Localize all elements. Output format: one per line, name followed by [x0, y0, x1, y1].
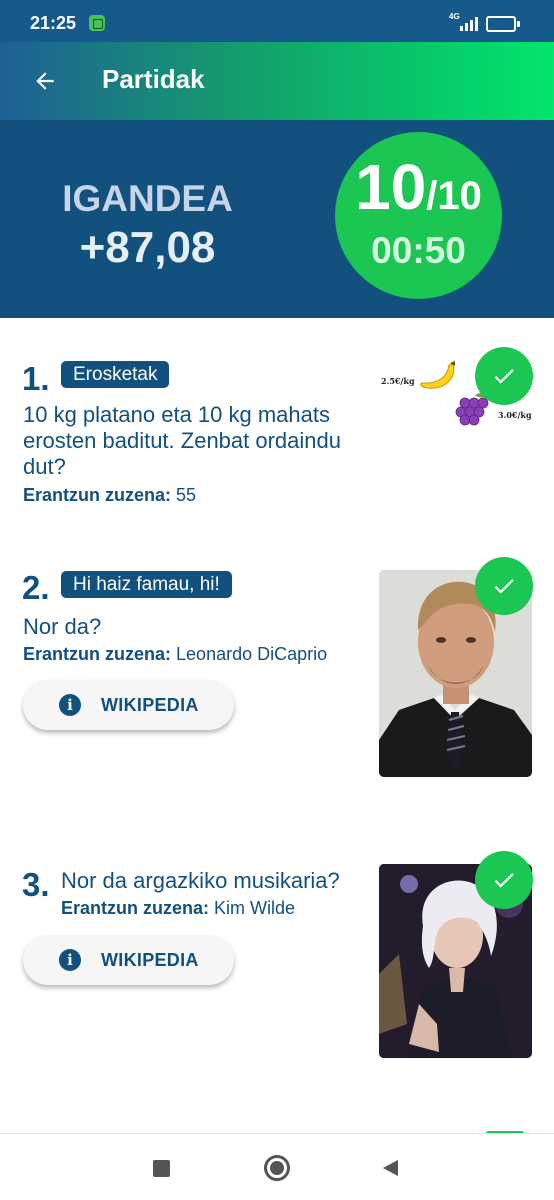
- arrow-left-icon: [36, 72, 54, 90]
- correct-answer: Erantzun zuzena: Kim Wilde: [61, 898, 295, 919]
- question-item: 1. Erosketak 10 kg platano eta 10 kg mah…: [0, 318, 554, 518]
- recents-button[interactable]: [145, 1152, 177, 1184]
- home-button[interactable]: [261, 1152, 293, 1184]
- correct-answer: Erantzun zuzena: Leonardo DiCaprio: [23, 644, 327, 665]
- answer-value: 55: [176, 485, 197, 505]
- wikipedia-button[interactable]: i WIKIPEDIA: [23, 680, 234, 730]
- circle-icon: [264, 1155, 290, 1181]
- wikipedia-button[interactable]: i WIKIPEDIA: [23, 935, 234, 985]
- app-bar: Partidak: [0, 42, 554, 120]
- correct-check-badge: [475, 851, 533, 909]
- grape-price: 3.0€/kg: [498, 410, 532, 420]
- game-summary: IGANDEA +87,08 10/10 00:50: [0, 120, 554, 318]
- score-value: +87,08: [79, 223, 216, 272]
- system-nav-bar: [0, 1133, 554, 1200]
- answer-value: Leonardo DiCaprio: [176, 644, 328, 664]
- category-badge: Erosketak: [61, 361, 170, 388]
- check-icon: [494, 369, 514, 384]
- battery-level: 96: [495, 18, 507, 29]
- battery-icon: 96: [486, 16, 516, 32]
- network-type: 4G: [449, 12, 460, 21]
- answer-value: Kim Wilde: [214, 898, 296, 918]
- total-questions: /10: [426, 174, 482, 218]
- answer-label: Erantzun zuzena:: [61, 898, 210, 918]
- day-label: IGANDEA: [62, 178, 233, 219]
- question-item: 2. Hi haiz famau, hi! Nor da? Erantzun z…: [0, 540, 554, 800]
- correct-answer: Erantzun zuzena: 55: [23, 485, 196, 506]
- info-icon: i: [59, 694, 81, 716]
- correct-check-badge: [475, 347, 533, 405]
- banana-price: 2.5€/kg: [381, 376, 415, 386]
- question-text: Nor da?: [23, 614, 102, 639]
- wikipedia-button-label: WIKIPEDIA: [101, 694, 199, 715]
- check-icon: [494, 579, 514, 594]
- banana-icon: [420, 361, 455, 389]
- correct-count: 10/10: [335, 150, 502, 224]
- result-circle: 10/10 00:50: [335, 132, 502, 299]
- question-number: 1.: [22, 360, 50, 397]
- question-text: Nor da argazkiko musikaria?: [61, 868, 340, 893]
- signal-icon: [460, 15, 480, 31]
- back-button[interactable]: [22, 58, 68, 104]
- category-badge: Hi haiz famau, hi!: [61, 571, 232, 598]
- page-title: Partidak: [102, 64, 205, 94]
- correct-check-badge: [475, 557, 533, 615]
- correct-answers: 10: [355, 151, 427, 223]
- question-number: 2.: [22, 569, 50, 606]
- status-time: 21:25: [30, 13, 77, 33]
- square-icon: [152, 1159, 170, 1177]
- back-nav-button[interactable]: [374, 1152, 406, 1184]
- question-text: 10 kg platano eta 10 kg mahats erosten b…: [23, 402, 342, 479]
- question-item: 3. Nor da argazkiko musikaria? Erantzun …: [0, 830, 554, 1070]
- question-number: 3.: [22, 866, 50, 903]
- triangle-back-icon: [383, 1160, 398, 1176]
- info-icon: i: [59, 949, 81, 971]
- check-icon: [494, 873, 514, 888]
- status-bar: 21:25 4G 96: [0, 0, 554, 42]
- app-notification-icon: [89, 15, 105, 31]
- answer-label: Erantzun zuzena:: [23, 644, 172, 664]
- answer-label: Erantzun zuzena:: [23, 485, 172, 505]
- wikipedia-button-label: WIKIPEDIA: [101, 949, 199, 970]
- timer: 00:50: [371, 230, 466, 271]
